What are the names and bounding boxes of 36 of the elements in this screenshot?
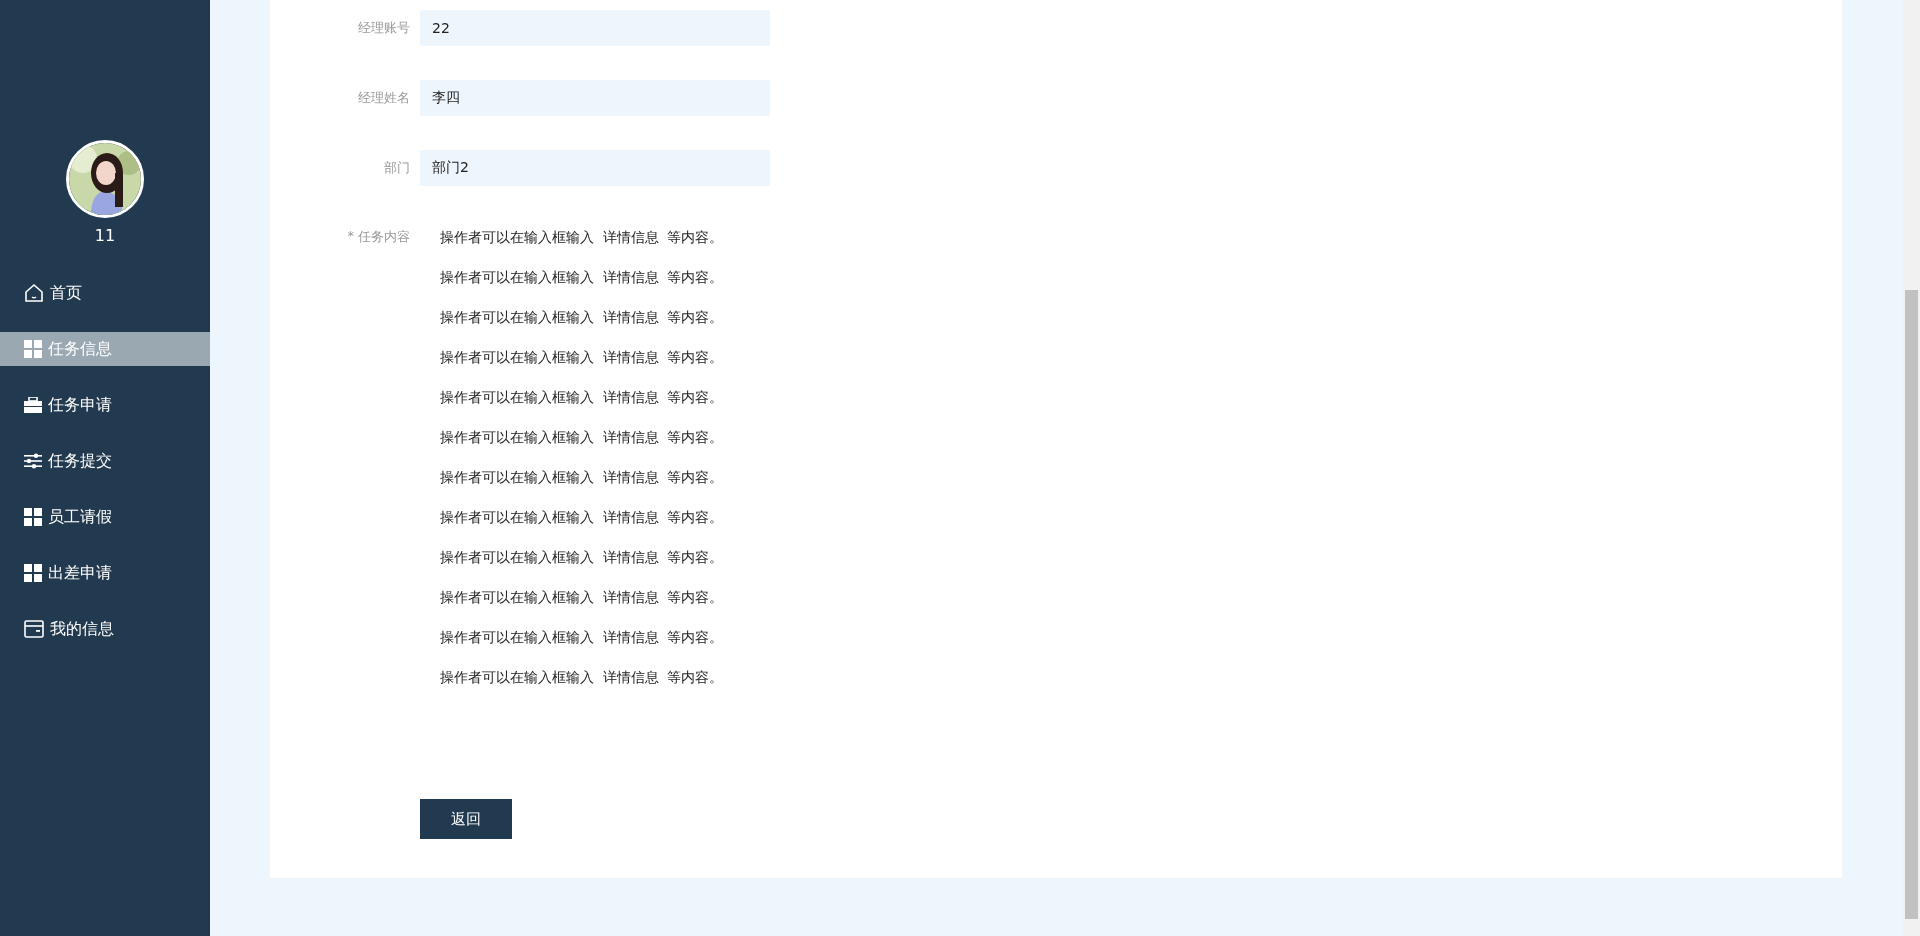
- input-field[interactable]: 李四: [420, 80, 770, 116]
- sidebar-item[interactable]: 员工请假: [0, 500, 210, 534]
- sidebar-item[interactable]: 任务申请: [0, 388, 210, 422]
- input-field[interactable]: 部门2: [420, 150, 770, 186]
- scrollbar[interactable]: [1903, 0, 1920, 936]
- input-field[interactable]: 22: [420, 10, 770, 46]
- content-text: 操作者可以在输入框输入 详情信息 等内容。: [440, 588, 724, 607]
- content-text: 操作者可以在输入框输入 详情信息 等内容。: [440, 668, 724, 687]
- grid-icon: [24, 340, 42, 358]
- grid-icon: [24, 564, 42, 582]
- home-icon: [24, 283, 44, 303]
- content-text: 操作者可以在输入框输入 详情信息 等内容。: [440, 628, 724, 647]
- briefcase-icon: [24, 397, 42, 413]
- grid-icon: [24, 508, 42, 526]
- content-text: 操作者可以在输入框输入 详情信息 等内容。: [440, 308, 724, 327]
- content-text: 操作者可以在输入框输入 详情信息 等内容。: [440, 348, 724, 367]
- field-label: 部门: [384, 159, 410, 177]
- content-text: 操作者可以在输入框输入 详情信息 等内容。: [440, 268, 724, 287]
- content-text: 操作者可以在输入框输入 详情信息 等内容。: [440, 468, 724, 487]
- sidebar-item[interactable]: 任务提交: [0, 444, 210, 478]
- content-text: 操作者可以在输入框输入 详情信息 等内容。: [440, 508, 724, 527]
- content-text: 操作者可以在输入框输入 详情信息 等内容。: [440, 388, 724, 407]
- field-label: 经理账号: [358, 19, 410, 37]
- field-label: 任务内容: [358, 228, 410, 246]
- back-button[interactable]: 返回: [420, 799, 512, 839]
- sidebar-item[interactable]: 首页: [0, 276, 210, 310]
- required-mark: *: [347, 228, 354, 245]
- content-text: 操作者可以在输入框输入 详情信息 等内容。: [440, 548, 724, 567]
- field-label: 经理姓名: [358, 89, 410, 107]
- sidebar-item[interactable]: 出差申请: [0, 556, 210, 590]
- sliders-icon: [24, 453, 42, 469]
- wallet-icon: [24, 620, 44, 638]
- content-text: 操作者可以在输入框输入 详情信息 等内容。: [440, 228, 724, 247]
- content-text: 操作者可以在输入框输入 详情信息 等内容。: [440, 428, 724, 447]
- username: 11: [94, 226, 116, 245]
- sidebar-item[interactable]: 我的信息: [0, 612, 210, 646]
